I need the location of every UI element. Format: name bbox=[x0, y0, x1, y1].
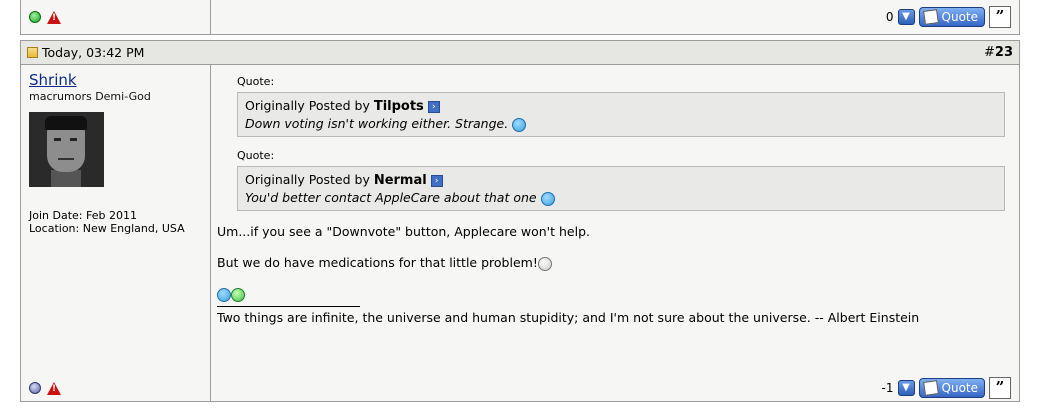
quote-label: Quote: bbox=[237, 149, 275, 162]
downvote-icon[interactable]: ▼ bbox=[897, 9, 915, 25]
view-post-icon[interactable]: › bbox=[430, 174, 443, 187]
offline-status-icon bbox=[29, 382, 41, 394]
post-number[interactable]: #23 bbox=[984, 45, 1013, 60]
vote-count: -1 bbox=[881, 381, 894, 395]
signature-divider bbox=[217, 306, 360, 307]
previous-post-actions: 0 ▼ Quote ” bbox=[211, 0, 1019, 34]
quote-box: Originally Posted by Tilpots › Down voti… bbox=[237, 92, 1005, 137]
message-paragraph: But we do have medications for that litt… bbox=[217, 254, 1005, 271]
multiquote-icon[interactable]: ” bbox=[989, 377, 1011, 399]
avatar[interactable] bbox=[29, 112, 104, 187]
downvote-icon[interactable]: ▼ bbox=[897, 380, 915, 396]
quote-author: Tilpots bbox=[373, 99, 424, 114]
post-user-actions bbox=[21, 375, 211, 401]
smiley-icon bbox=[217, 287, 231, 302]
originally-posted-by: Originally Posted by bbox=[245, 98, 370, 113]
vote-count: 0 bbox=[885, 10, 894, 24]
forum-post: Today, 03:42 PM #23 Shrink macrumors Dem… bbox=[20, 40, 1020, 402]
quote-button[interactable]: Quote bbox=[918, 7, 985, 27]
join-date: Join Date: Feb 2011 bbox=[29, 209, 137, 222]
quote-author: Nermal bbox=[373, 173, 427, 188]
signature: Two things are infinite, the universe an… bbox=[217, 310, 920, 325]
quote-label: Quote: bbox=[237, 75, 275, 88]
post-timestamp: Today, 03:42 PM bbox=[42, 45, 145, 60]
quote-text: Down voting isn't working either. Strang… bbox=[245, 116, 509, 131]
post-number-value: 23 bbox=[994, 45, 1013, 60]
post-header: Today, 03:42 PM #23 bbox=[21, 41, 1019, 65]
previous-post-footer: 0 ▼ Quote ” bbox=[20, 0, 1020, 35]
shocked-smiley-icon bbox=[537, 256, 552, 271]
user-location: Location: New England, USA bbox=[29, 222, 185, 235]
previous-post-user-actions bbox=[21, 0, 211, 34]
wink-smiley-icon bbox=[540, 191, 555, 206]
username-link[interactable]: Shrink bbox=[29, 71, 202, 89]
post-actions: -1 ▼ Quote ” bbox=[211, 375, 1019, 401]
user-details: Join Date: Feb 2011 Location: New Englan… bbox=[29, 209, 185, 235]
grin-smiley-icon bbox=[231, 287, 245, 302]
post-icon bbox=[27, 47, 38, 58]
online-status-icon bbox=[29, 11, 41, 23]
user-info-panel: Shrink macrumors Demi-God Join Date: Feb… bbox=[21, 65, 211, 375]
originally-posted-by: Originally Posted by bbox=[245, 172, 370, 187]
quote-block: Quote: Originally Posted by Nermal › You… bbox=[237, 149, 1005, 211]
quote-block: Quote: Originally Posted by Tilpots › Do… bbox=[237, 75, 1005, 137]
user-title: macrumors Demi-God bbox=[29, 90, 151, 103]
message-paragraph-text: But we do have medications for that litt… bbox=[217, 255, 538, 270]
report-icon[interactable] bbox=[47, 381, 61, 395]
post-footer: -1 ▼ Quote ” bbox=[21, 375, 1019, 401]
report-icon[interactable] bbox=[47, 10, 61, 24]
quote-text: You'd better contact AppleCare about tha… bbox=[245, 190, 537, 205]
post-number-prefix: # bbox=[984, 45, 995, 60]
post-message: Quote: Originally Posted by Tilpots › Do… bbox=[211, 65, 1019, 375]
message-paragraph: Um...if you see a "Downvote" button, App… bbox=[217, 224, 590, 239]
smiley-row bbox=[217, 285, 1005, 302]
quote-button[interactable]: Quote bbox=[918, 378, 985, 398]
quote-box: Originally Posted by Nermal › You'd bett… bbox=[237, 166, 1005, 211]
multiquote-icon[interactable]: ” bbox=[989, 6, 1011, 28]
smiley-icon bbox=[512, 117, 527, 132]
view-post-icon[interactable]: › bbox=[427, 100, 440, 113]
